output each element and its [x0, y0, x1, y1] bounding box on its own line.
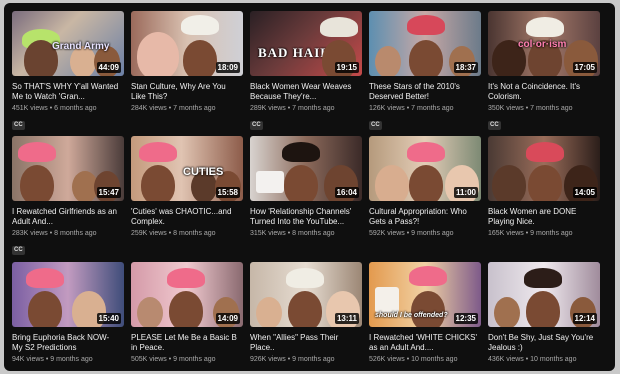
video-card[interactable]: 13:11 When "Allies" Pass Their Place.. 9…: [250, 262, 362, 371]
closed-captions-badge: CC: [12, 246, 25, 255]
video-card[interactable]: CUTIES 15:58 'Cuties' was CHAOTIC...and …: [131, 136, 243, 262]
video-meta: 505K views • 9 months ago: [131, 356, 216, 363]
video-duration: 13:11: [334, 313, 359, 324]
video-duration: 18:37: [453, 62, 478, 73]
video-card[interactable]: 15:40 Bring Euphoria Back NOW- My S2 Pre…: [12, 262, 124, 371]
video-thumbnail[interactable]: 12:14: [488, 262, 600, 327]
thumbnail-caption: should I be offended?: [375, 312, 448, 319]
video-meta: 289K views • 7 months ago: [250, 105, 335, 112]
video-card[interactable]: 15:47 I Rewatched Girlfriends as an Adul…: [12, 136, 124, 262]
video-thumbnail[interactable]: should I be offended? 12:35: [369, 262, 481, 327]
video-title[interactable]: So THAT'S WHY Y'all Wanted Me to Watch '…: [12, 82, 122, 102]
closed-captions-badge: CC: [488, 121, 501, 130]
video-thumbnail[interactable]: col·or·ism 17:05: [488, 11, 600, 76]
video-thumbnail[interactable]: 13:11: [250, 262, 362, 327]
video-card[interactable]: Grand Army 44:09 So THAT'S WHY Y'all Wan…: [12, 11, 124, 136]
video-title[interactable]: Don't Be Shy, Just Say You're Jealous :): [488, 333, 598, 353]
video-thumbnail[interactable]: Grand Army 44:09: [12, 11, 124, 76]
thumbnail-caption: CUTIES: [183, 166, 224, 178]
video-title[interactable]: Stan Culture, Why Are You Like This?: [131, 82, 241, 102]
closed-captions-badge: CC: [369, 121, 382, 130]
video-duration: 15:47: [96, 187, 121, 198]
video-thumbnail[interactable]: 16:04: [250, 136, 362, 201]
video-duration: 11:00: [453, 187, 478, 198]
video-thumbnail[interactable]: 18:37: [369, 11, 481, 76]
video-title[interactable]: PLEASE Let Me Be a Basic B in Peace.: [131, 333, 241, 353]
video-card[interactable]: 16:04 How 'Relationship Channels' Turned…: [250, 136, 362, 262]
video-title[interactable]: Bring Euphoria Back NOW- My S2 Predictio…: [12, 333, 122, 353]
video-title[interactable]: Black Women are DONE Playing Nice.: [488, 207, 598, 227]
video-duration: 14:09: [215, 313, 240, 324]
video-duration: 18:09: [215, 62, 240, 73]
video-card[interactable]: 18:09 Stan Culture, Why Are You Like Thi…: [131, 11, 243, 136]
video-thumbnail[interactable]: 15:47: [12, 136, 124, 201]
video-meta: 350K views • 7 months ago: [488, 105, 573, 112]
video-duration: 15:40: [96, 313, 121, 324]
video-meta: 283K views • 8 months ago: [12, 230, 97, 237]
thumbnail-caption: col·or·ism: [518, 39, 567, 50]
video-grid-panel: Grand Army 44:09 So THAT'S WHY Y'all Wan…: [4, 3, 615, 371]
video-meta: 592K views • 9 months ago: [369, 230, 454, 237]
video-title[interactable]: How 'Relationship Channels' Turned Into …: [250, 207, 360, 227]
video-card[interactable]: 12:14 Don't Be Shy, Just Say You're Jeal…: [488, 262, 600, 371]
video-meta: 165K views • 9 months ago: [488, 230, 573, 237]
video-duration: 17:05: [572, 62, 597, 73]
video-duration: 12:14: [572, 313, 597, 324]
video-thumbnail[interactable]: 15:40: [12, 262, 124, 327]
video-meta: 436K views • 10 months ago: [488, 356, 577, 363]
video-card[interactable]: 11:00 Cultural Appropriation: Who Gets a…: [369, 136, 481, 262]
video-card[interactable]: 18:37 These Stars of the 2010's Deserved…: [369, 11, 481, 136]
closed-captions-badge: CC: [250, 121, 263, 130]
video-duration: 14:05: [572, 187, 597, 198]
video-thumbnail[interactable]: 14:05: [488, 136, 600, 201]
thumbnail-caption: Grand Army: [52, 41, 110, 52]
video-duration: 44:09: [96, 62, 121, 73]
video-title[interactable]: These Stars of the 2010's Deserved Bette…: [369, 82, 479, 102]
thumbnail-caption: BAD HAIR: [258, 45, 331, 60]
video-thumbnail[interactable]: CUTIES 15:58: [131, 136, 243, 201]
video-duration: 15:58: [215, 187, 240, 198]
video-meta: 315K views • 8 months ago: [250, 230, 335, 237]
video-card[interactable]: col·or·ism 17:05 It's Not a Coincidence.…: [488, 11, 600, 136]
video-title[interactable]: It's Not a Coincidence. It's Colorism.: [488, 82, 598, 102]
video-thumbnail[interactable]: 14:09: [131, 262, 243, 327]
closed-captions-badge: CC: [12, 121, 25, 130]
video-thumbnail[interactable]: BAD HAIR 19:15: [250, 11, 362, 76]
video-title[interactable]: I Rewatched Girlfriends as an Adult And.…: [12, 207, 122, 227]
video-title[interactable]: When "Allies" Pass Their Place..: [250, 333, 360, 353]
video-meta: 526K views • 10 months ago: [369, 356, 458, 363]
video-duration: 19:15: [334, 62, 359, 73]
video-title[interactable]: I Rewatched 'WHITE CHICKS' as an Adult A…: [369, 333, 479, 353]
video-title[interactable]: Cultural Appropriation: Who Gets a Pass?…: [369, 207, 479, 227]
video-meta: 94K views • 9 months ago: [12, 356, 93, 363]
video-meta: 259K views • 8 months ago: [131, 230, 216, 237]
video-meta: 926K views • 9 months ago: [250, 356, 335, 363]
video-card[interactable]: 14:09 PLEASE Let Me Be a Basic B in Peac…: [131, 262, 243, 371]
video-card[interactable]: should I be offended? 12:35 I Rewatched …: [369, 262, 481, 371]
video-grid: Grand Army 44:09 So THAT'S WHY Y'all Wan…: [12, 11, 600, 371]
video-card[interactable]: BAD HAIR 19:15 Black Women Wear Weaves B…: [250, 11, 362, 136]
video-card[interactable]: 14:05 Black Women are DONE Playing Nice.…: [488, 136, 600, 262]
video-meta: 126K views • 7 months ago: [369, 105, 454, 112]
video-meta: 284K views • 7 months ago: [131, 105, 216, 112]
video-title[interactable]: Black Women Wear Weaves Because They're.…: [250, 82, 360, 102]
video-title[interactable]: 'Cuties' was CHAOTIC...and Complex.: [131, 207, 241, 227]
video-meta: 451K views • 6 months ago: [12, 105, 97, 112]
video-thumbnail[interactable]: 18:09: [131, 11, 243, 76]
video-duration: 12:35: [453, 313, 478, 324]
video-thumbnail[interactable]: 11:00: [369, 136, 481, 201]
video-duration: 16:04: [334, 187, 359, 198]
